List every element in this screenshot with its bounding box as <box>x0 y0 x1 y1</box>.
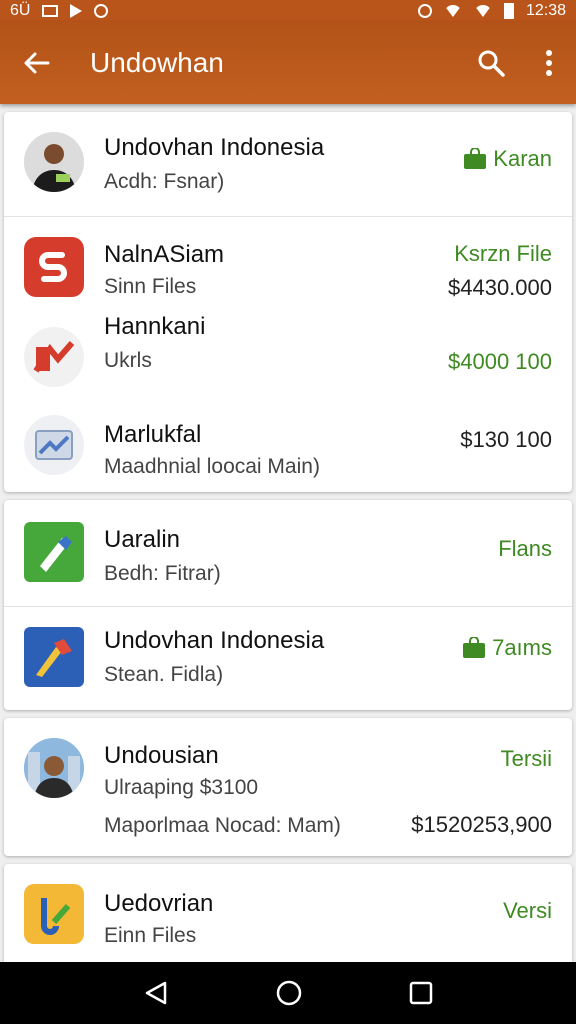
wifi-icon <box>443 5 462 17</box>
recents-nav-icon[interactable] <box>409 981 433 1005</box>
list-item[interactable]: Uaralin Bedh: Fitrar) Flans <box>4 500 572 606</box>
list-item[interactable]: Undousian Ulraaping $3100 Maporlmaa Noca… <box>4 718 572 856</box>
item-meta: Versi <box>503 898 552 923</box>
content-list[interactable]: Undovhan Indonesia Acdh: Fsnar) Karan Na… <box>0 104 576 962</box>
list-item[interactable]: Uedovrian Einn Files Versi <box>4 864 572 962</box>
item-subtitle: Acdh: Fsnar) <box>104 170 225 193</box>
app-icon <box>24 327 84 387</box>
item-price: $1520253,900 <box>411 812 552 837</box>
item-title: Uaralin <box>104 526 181 553</box>
avatar <box>24 738 84 798</box>
item-title: Undovhan Indonesia <box>104 134 325 161</box>
card: Undovhan Indonesia Acdh: Fsnar) Karan Na… <box>4 112 572 492</box>
app-icon <box>24 884 84 944</box>
shopping-bag-icon <box>463 637 486 658</box>
item-meta: 7aıms <box>462 635 552 661</box>
item-subtitle: Ukrls <box>104 349 152 372</box>
item-title: Undousian <box>104 742 219 769</box>
navigation-bar <box>0 962 576 1024</box>
item-subtitle: Maadhnial loocai Main) <box>104 455 320 478</box>
item-meta-text: 7aıms <box>492 635 552 660</box>
list-item[interactable]: Undovhan Indonesia Stean. Fidla) 7aıms <box>4 607 572 710</box>
item-subtitle: Ulraaping $3100 <box>104 776 259 799</box>
list-item[interactable]: Undovhan Indonesia Acdh: Fsnar) Karan <box>4 112 572 216</box>
item-price: $4000 100 <box>448 349 552 374</box>
avatar <box>24 132 84 192</box>
home-nav-icon[interactable] <box>275 979 303 1007</box>
gallery-icon <box>42 5 59 17</box>
item-subtitle-2: Maporlmaa Nocad: Mam) <box>104 814 341 837</box>
item-title: Hannkani <box>104 313 206 340</box>
item-subtitle: Sinn Files <box>104 275 197 298</box>
item-meta: Tersii <box>500 746 552 771</box>
status-bar: 6Ü 12:38 <box>0 0 576 22</box>
more-vert-icon[interactable] <box>544 48 554 78</box>
list-item[interactable]: Marlukfal Maadhnial loocai Main) $130 10… <box>4 397 572 492</box>
play-store-icon <box>70 4 83 18</box>
item-subtitle: Bedh: Fitrar) <box>104 562 221 585</box>
item-meta-text: Karan <box>493 146 552 171</box>
app-icon <box>24 522 84 582</box>
list-item[interactable]: NalnASiam Sinn Files Ksrzn File $4430.00… <box>4 217 572 307</box>
item-meta: Ksrzn File <box>454 241 552 266</box>
shopping-bag-icon <box>464 148 487 169</box>
item-price: $130 100 <box>460 427 552 452</box>
item-subtitle: Einn Files <box>104 924 197 947</box>
item-meta: Karan <box>463 146 552 172</box>
app-bar: Undowhan <box>0 22 576 104</box>
item-title: Marlukfal <box>104 421 202 448</box>
app-icon <box>24 627 84 687</box>
card: Undousian Ulraaping $3100 Maporlmaa Noca… <box>4 718 572 856</box>
search-icon[interactable] <box>476 48 506 78</box>
app-icon <box>24 415 84 475</box>
item-meta: Flans <box>498 536 552 561</box>
item-title: NalnASiam <box>104 241 225 268</box>
app-bar-title: Undowhan <box>90 47 224 78</box>
back-arrow-icon[interactable] <box>22 49 50 77</box>
battery-icon <box>503 3 514 19</box>
status-time: 12:38 <box>525 2 566 19</box>
item-title: Undovhan Indonesia <box>104 627 325 654</box>
status-left-text: 6Ü <box>10 2 31 19</box>
list-item[interactable]: Hannkani Ukrls $4000 100 <box>4 307 572 397</box>
back-nav-icon[interactable] <box>143 980 169 1006</box>
item-price: $4430.000 <box>448 275 552 300</box>
sync-icon <box>94 4 109 18</box>
alarm-icon <box>417 4 432 18</box>
item-title: Uedovrian <box>104 890 214 917</box>
card: Uedovrian Einn Files Versi <box>4 864 572 962</box>
signal-icon <box>473 5 492 17</box>
card: Uaralin Bedh: Fitrar) Flans Undovhan Ind… <box>4 500 572 710</box>
item-subtitle: Stean. Fidla) <box>104 663 224 686</box>
app-icon <box>24 237 84 297</box>
